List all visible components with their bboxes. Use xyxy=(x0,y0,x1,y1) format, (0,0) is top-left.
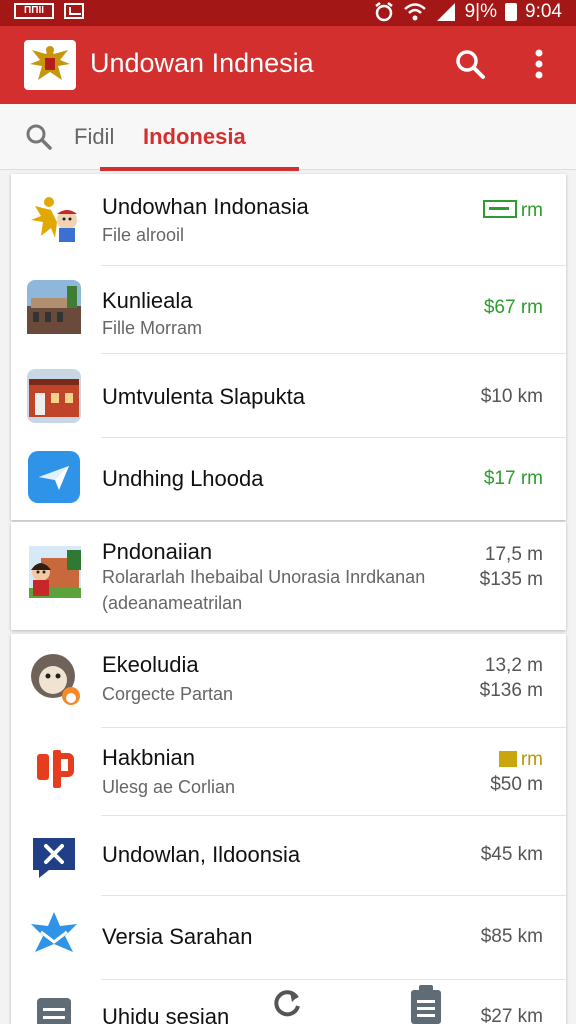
list-item[interactable]: Kunlieala Fille Morram $67 rm xyxy=(11,266,566,354)
list-item-value-2: $135 m xyxy=(479,569,543,590)
list-item-value: 13,2 m xyxy=(484,655,543,676)
status-bar: ΠΠΙΙ 9|% 9:04 xyxy=(0,0,576,26)
tab-indonesia[interactable]: Indonesia xyxy=(143,124,246,150)
list-item-title: Pndonaiian xyxy=(102,539,213,564)
search-button[interactable] xyxy=(452,46,488,82)
list-item-title: Hakbnian xyxy=(102,745,195,770)
list-item[interactable]: Ekeoludia Corgecte Partan 13,2 m $136 m xyxy=(11,634,566,728)
overflow-menu-button[interactable] xyxy=(522,46,556,82)
status-left: ΠΠΙΙ xyxy=(14,3,84,19)
list-item-title: Undowhan Indonasia xyxy=(102,194,309,219)
clock: 9:04 xyxy=(525,1,562,22)
app-bar: Undowan Indnesia xyxy=(0,26,576,104)
list-item-value-2: $136 m xyxy=(479,680,543,701)
list-item-title: Undhing Lhooda xyxy=(102,466,264,491)
search-icon[interactable] xyxy=(24,122,54,152)
list-card-1: Undowhan Indonasia File alrooil rm Kunli… xyxy=(11,174,566,520)
list-item-value: $85 km xyxy=(480,926,543,947)
list-card-3: Ekeoludia Corgecte Partan 13,2 m $136 m … xyxy=(11,634,566,1024)
list-item-value-2: $50 m xyxy=(490,774,543,795)
list-item-subtitle: Fille Morram xyxy=(102,318,203,338)
building-photo-icon xyxy=(27,280,81,334)
notification-badge: ΠΠΙΙ xyxy=(14,3,54,19)
list-item[interactable]: Umtvulenta Slapukta $10 km xyxy=(11,354,566,438)
list-card-2: Pndonaiian Rolararlah Ihebaibal Unorasia… xyxy=(11,522,566,630)
bottom-action-bar xyxy=(0,984,576,1024)
search-icon xyxy=(456,50,485,79)
wifi-icon xyxy=(403,3,426,21)
list-item[interactable]: Hakbnian Ulesg ae Corlian rm $50 m xyxy=(11,728,566,816)
list-item-value: rm xyxy=(482,200,543,222)
cartoon-house-icon xyxy=(27,546,81,600)
tab-bar: Fidil Indonesia xyxy=(0,104,576,171)
list-item[interactable]: Undowhan Indonasia File alrooil rm xyxy=(11,174,566,266)
gold-flag-icon xyxy=(498,751,517,767)
chat-x-icon xyxy=(27,830,81,884)
alarm-icon xyxy=(374,2,393,22)
list-item-value: $17 rm xyxy=(483,468,543,489)
card-icon xyxy=(482,200,517,218)
status-right: 9|% 9:04 xyxy=(373,1,562,23)
list-item-title: Ekeoludia xyxy=(102,652,199,677)
paper-plane-icon xyxy=(27,450,81,504)
list-item[interactable]: Undhing Lhooda $17 rm xyxy=(11,438,566,520)
list-item[interactable]: Pndonaiian Rolararlah Ihebaibal Unorasia… xyxy=(11,522,566,630)
more-vert-icon xyxy=(535,49,543,79)
app-title: Undowan Indnesia xyxy=(90,48,314,78)
clipboard-icon xyxy=(411,985,441,1024)
list-item-value: $67 rm xyxy=(483,297,543,318)
refresh-icon xyxy=(274,990,300,1017)
tab-find[interactable]: Fidil xyxy=(74,124,114,150)
garuda-emblem-icon xyxy=(27,192,81,246)
list-item-subtitle: Ulesg ae Corlian xyxy=(102,777,236,797)
garuda-logo-icon xyxy=(24,40,76,90)
clipboard-button[interactable] xyxy=(408,984,444,1024)
list-item-title: Kunlieala xyxy=(102,288,193,313)
list-item[interactable]: Versia Sarahan $85 km xyxy=(11,896,566,980)
battery-percent: 9|% xyxy=(464,1,498,22)
battery-icon xyxy=(505,3,518,21)
monkey-mascot-icon xyxy=(27,652,81,706)
list-item-subtitle: Rolararlah Ihebaibal Unorasia Inrdkanan xyxy=(102,567,426,587)
red-logo-icon xyxy=(27,742,81,796)
list-item-value: rm xyxy=(498,749,543,771)
list-item-subtitle: Corgecte Partan xyxy=(102,684,234,704)
list-item-subtitle-2: (adeanameatrilan xyxy=(102,593,243,613)
refresh-button[interactable] xyxy=(270,986,304,1020)
image-notification-icon xyxy=(64,3,84,19)
list-item-value: 17,5 m xyxy=(484,544,543,565)
list-item-value: $45 km xyxy=(480,844,543,865)
list-item-title: Umtvulenta Slapukta xyxy=(102,384,305,409)
list-item-subtitle: File alrooil xyxy=(102,225,185,245)
signal-icon xyxy=(436,3,455,21)
list-item-title: Versia Sarahan xyxy=(102,924,253,949)
star-mail-icon xyxy=(27,910,81,964)
list-item[interactable]: Undowlan, Ildoonsia $45 km xyxy=(11,816,566,896)
list-item-title: Undowlan, Ildoonsia xyxy=(102,842,301,867)
storefront-photo-icon xyxy=(27,369,81,423)
list-item-value: $10 km xyxy=(480,386,543,407)
active-tab-indicator xyxy=(100,167,299,171)
